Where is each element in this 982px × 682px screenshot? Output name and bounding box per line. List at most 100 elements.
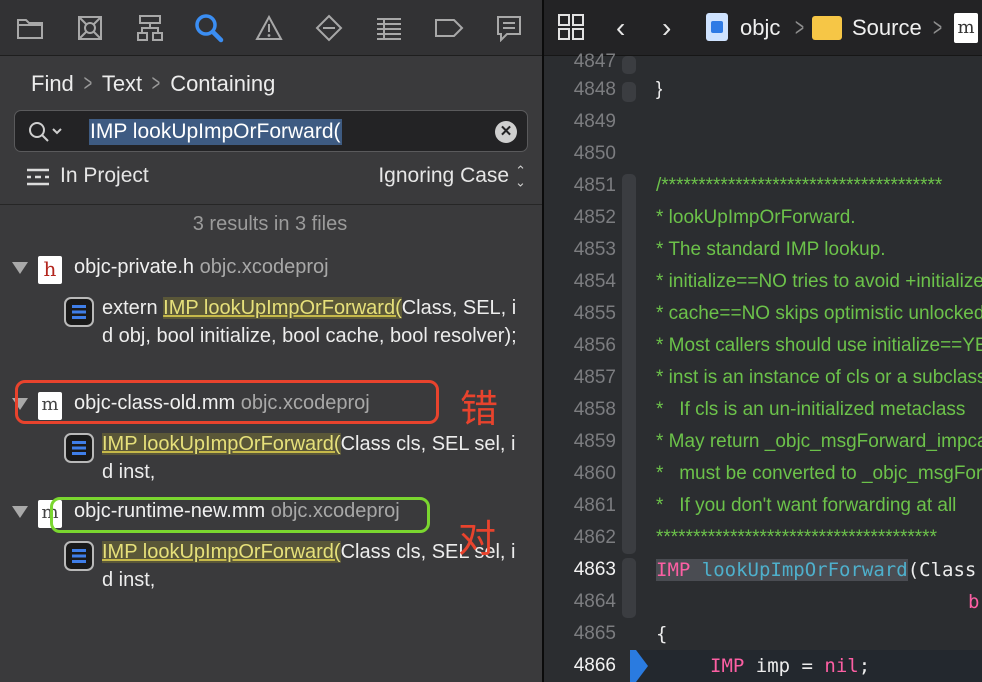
header-file-icon: h bbox=[38, 256, 62, 284]
forward-chevron-icon[interactable]: › bbox=[662, 12, 671, 44]
chevron-right-icon: > bbox=[83, 70, 93, 97]
code-line: * inst is an instance of cls or a subcla… bbox=[656, 367, 982, 388]
jump-bar-folder[interactable]: Source bbox=[852, 15, 922, 41]
back-chevron-icon[interactable]: ‹ bbox=[616, 12, 625, 44]
line-number: 4863 bbox=[573, 559, 616, 580]
code-line: } bbox=[656, 79, 663, 100]
source-editor: ‹ › objc > Source > m 4847 4848 4849 485… bbox=[544, 0, 982, 682]
result-file-label: objc-class-old.mm objc.xcodeproj bbox=[74, 392, 370, 415]
line-number: 4851 bbox=[573, 175, 616, 196]
line-number: 4864 bbox=[573, 591, 616, 612]
line-number: 4858 bbox=[573, 399, 616, 420]
fold-segment[interactable] bbox=[622, 558, 636, 618]
breakpoint-icon[interactable] bbox=[432, 12, 466, 44]
find-navigator: Find > Text > Containing IMP lookUpImpOr… bbox=[0, 0, 542, 682]
code-line: * If cls is an un-initialized metaclass bbox=[656, 399, 966, 420]
test-icon[interactable] bbox=[312, 12, 346, 44]
result-file-name: objc-class-old.mm bbox=[74, 392, 236, 414]
search-icon[interactable] bbox=[192, 12, 226, 44]
result-match-text: extern IMP lookUpImpOrForward(Class, SEL… bbox=[102, 294, 520, 350]
code-line: * must be converted to _objc_msgForward bbox=[656, 463, 982, 484]
code-line: /************************************** bbox=[656, 175, 943, 196]
result-match-text: IMP lookUpImpOrForward(Class cls, SEL se… bbox=[102, 430, 520, 486]
clear-search-icon[interactable]: ✕ bbox=[495, 121, 517, 143]
disclosure-triangle-icon[interactable] bbox=[12, 398, 28, 410]
divider bbox=[0, 204, 542, 205]
source-control-icon[interactable] bbox=[73, 12, 107, 44]
line-number: 4861 bbox=[573, 495, 616, 516]
code-line: * The standard IMP lookup. bbox=[656, 239, 886, 260]
fold-segment[interactable] bbox=[622, 82, 636, 102]
result-file-row[interactable]: m objc-class-old.mm objc.xcodeproj bbox=[0, 390, 540, 420]
result-file-project: objc.xcodeproj bbox=[270, 500, 400, 522]
code-token-keyword: IMP bbox=[710, 655, 745, 677]
scope-in-project-button[interactable]: In Project bbox=[60, 164, 149, 188]
related-items-grid-icon[interactable] bbox=[558, 14, 584, 46]
search-options-icon[interactable] bbox=[27, 120, 63, 149]
code-line: * lookUpImpOrForward. bbox=[656, 207, 856, 228]
debug-icon[interactable] bbox=[372, 12, 406, 44]
folder-icon bbox=[812, 16, 842, 40]
code-line-function-signature: IMP lookUpImpOrForward(Class cls, bbox=[656, 554, 982, 586]
text-match-icon bbox=[64, 433, 94, 463]
result-file-row[interactable]: h objc-private.h objc.xcodeproj bbox=[0, 254, 540, 284]
search-scope-row: In Project Ignoring Case ⌃ ⌃ bbox=[26, 162, 526, 192]
up-down-chevron-icon: ⌃ ⌃ bbox=[515, 163, 526, 189]
code-token-semicolon: ; bbox=[858, 655, 871, 677]
line-number-gutter[interactable]: 4847 4848 4849 4850 4851 4852 4853 4854 … bbox=[544, 51, 630, 682]
chevron-right-icon: > bbox=[151, 70, 161, 97]
line-number: 4860 bbox=[573, 463, 616, 484]
code-token-keyword: IMP bbox=[656, 559, 691, 581]
line-number: 4852 bbox=[573, 207, 616, 228]
line-number: 4850 bbox=[573, 143, 616, 164]
code-line: * Most callers should use initialize==YE… bbox=[656, 335, 982, 356]
objc-source-file-icon: m bbox=[38, 392, 62, 420]
code-line: * May return _objc_msgForward_impcache bbox=[656, 431, 982, 452]
code-line: * If you don't want forwarding at all bbox=[656, 495, 957, 516]
wrong-annotation-label: 错 bbox=[460, 387, 499, 431]
code-token-function: lookUpImpOrForward bbox=[701, 559, 908, 581]
code-line: b bbox=[968, 591, 980, 613]
objc-source-file-icon[interactable]: m bbox=[954, 13, 978, 43]
report-icon[interactable] bbox=[492, 12, 526, 44]
fold-segment[interactable] bbox=[622, 174, 636, 554]
containing-mode-button[interactable]: Containing bbox=[170, 71, 275, 97]
code-folding-ribbon[interactable] bbox=[622, 56, 636, 682]
code-token-rest: (Class cls, bbox=[907, 559, 977, 581]
fold-segment[interactable] bbox=[622, 56, 636, 74]
text-mode-button[interactable]: Text bbox=[102, 71, 142, 97]
result-file-label: objc-private.h objc.xcodeproj bbox=[74, 256, 329, 279]
line-number: 4848 bbox=[573, 79, 616, 100]
text-match-icon bbox=[64, 541, 94, 571]
line-number: 4859 bbox=[573, 431, 616, 452]
scope-icon[interactable] bbox=[26, 168, 50, 192]
project-navigator-folder-icon[interactable] bbox=[13, 12, 47, 44]
result-file-label: objc-runtime-new.mm objc.xcodeproj bbox=[74, 500, 400, 523]
results-summary: 3 results in 3 files bbox=[192, 213, 348, 235]
match-highlight: IMP lookUpImpOrForward( bbox=[102, 433, 341, 455]
line-number: 4854 bbox=[573, 271, 616, 292]
warning-icon[interactable] bbox=[252, 12, 286, 44]
code-line: * cache==NO skips optimistic unlocked lo… bbox=[656, 303, 982, 324]
current-line-marker-tip bbox=[636, 650, 648, 682]
hierarchy-icon[interactable] bbox=[133, 12, 167, 44]
objc-source-file-icon: m bbox=[38, 500, 62, 528]
chevron-right-icon: > bbox=[933, 12, 943, 42]
code-token-nil: nil bbox=[824, 655, 859, 677]
result-file-name: objc-runtime-new.mm bbox=[74, 500, 266, 522]
line-number: 4849 bbox=[573, 111, 616, 132]
line-number: 4856 bbox=[573, 335, 616, 356]
result-file-project: objc.xcodeproj bbox=[199, 256, 329, 278]
case-sensitivity-select[interactable]: Ignoring Case ⌃ ⌃ bbox=[378, 163, 526, 189]
find-mode-button[interactable]: Find bbox=[31, 71, 74, 97]
search-input[interactable]: IMP lookUpImpOrForward( ✕ bbox=[14, 110, 528, 152]
code-line: { bbox=[656, 623, 668, 645]
right-annotation-label: 对 bbox=[458, 517, 497, 561]
match-highlight: IMP lookUpImpOrForward( bbox=[102, 541, 341, 563]
disclosure-triangle-icon[interactable] bbox=[12, 262, 28, 274]
disclosure-triangle-icon[interactable] bbox=[12, 506, 28, 518]
jump-bar-project[interactable]: objc bbox=[740, 15, 780, 41]
text-match-icon bbox=[64, 297, 94, 327]
line-number: 4853 bbox=[573, 239, 616, 260]
code-text-area[interactable]: } /*************************************… bbox=[656, 56, 982, 682]
